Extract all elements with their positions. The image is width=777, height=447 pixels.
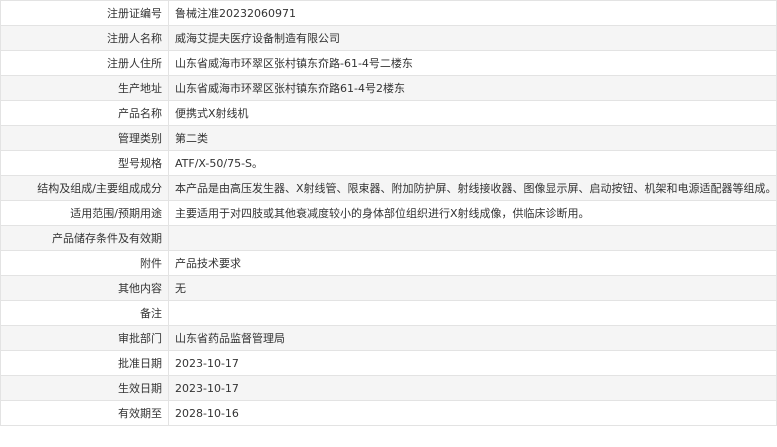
row-label: 生产地址: [0, 75, 169, 101]
row-value: 山东省药品监督管理局: [168, 325, 777, 351]
row-value: 山东省威海市环翠区张村镇东夼路61-4号2楼东: [168, 75, 777, 101]
row-label: 备注: [0, 300, 169, 326]
table-row: 注册证编号 鲁械注准20232060971: [0, 0, 777, 26]
row-label: 注册证编号: [0, 0, 169, 26]
row-label: 生效日期: [0, 375, 169, 401]
row-label: 产品名称: [0, 100, 169, 126]
table-row: 注册人住所 山东省威海市环翠区张村镇东夼路-61-4号二楼东: [0, 50, 777, 76]
row-value: 便携式X射线机: [168, 100, 777, 126]
row-label: 产品储存条件及有效期: [0, 225, 169, 251]
row-value: 2028-10-16: [168, 400, 777, 426]
row-label: 有效期至: [0, 400, 169, 426]
row-value: 2023-10-17: [168, 375, 777, 401]
table-row: 适用范围/预期用途 主要适用于对四肢或其他衰减度较小的身体部位组织进行X射线成像…: [0, 200, 777, 226]
table-row: 生效日期 2023-10-17: [0, 375, 777, 401]
table-row: 有效期至 2028-10-16: [0, 400, 777, 426]
row-value: 本产品是由高压发生器、X射线管、限束器、附加防护屏、射线接收器、图像显示屏、启动…: [168, 175, 777, 201]
row-label: 其他内容: [0, 275, 169, 301]
row-label: 结构及组成/主要组成成分: [0, 175, 169, 201]
row-label: 注册人名称: [0, 25, 169, 51]
table-row: 批准日期 2023-10-17: [0, 350, 777, 376]
row-label: 型号规格: [0, 150, 169, 176]
table-row: 备注: [0, 300, 777, 326]
table-row: 产品储存条件及有效期: [0, 225, 777, 251]
table-row: 注册人名称 威海艾提夫医疗设备制造有限公司: [0, 25, 777, 51]
row-label: 批准日期: [0, 350, 169, 376]
table-row: 结构及组成/主要组成成分 本产品是由高压发生器、X射线管、限束器、附加防护屏、射…: [0, 175, 777, 201]
row-label: 附件: [0, 250, 169, 276]
row-label: 适用范围/预期用途: [0, 200, 169, 226]
row-value: 山东省威海市环翠区张村镇东夼路-61-4号二楼东: [168, 50, 777, 76]
table-row: 生产地址 山东省威海市环翠区张村镇东夼路61-4号2楼东: [0, 75, 777, 101]
table-row: 审批部门 山东省药品监督管理局: [0, 325, 777, 351]
row-value: 无: [168, 275, 777, 301]
row-value: 产品技术要求: [168, 250, 777, 276]
row-label: 审批部门: [0, 325, 169, 351]
table-row: 附件 产品技术要求: [0, 250, 777, 276]
row-value: 主要适用于对四肢或其他衰减度较小的身体部位组织进行X射线成像，供临床诊断用。: [168, 200, 777, 226]
table-row: 管理类别 第二类: [0, 125, 777, 151]
table-row: 型号规格 ATF/X-50/75-S。: [0, 150, 777, 176]
row-value: 鲁械注准20232060971: [168, 0, 777, 26]
row-value: ATF/X-50/75-S。: [168, 150, 777, 176]
row-value: [168, 300, 777, 326]
row-value: 2023-10-17: [168, 350, 777, 376]
row-value: [168, 225, 777, 251]
row-value: 第二类: [168, 125, 777, 151]
row-value: 威海艾提夫医疗设备制造有限公司: [168, 25, 777, 51]
row-label: 注册人住所: [0, 50, 169, 76]
registration-detail-table: 注册证编号 鲁械注准20232060971 注册人名称 威海艾提夫医疗设备制造有…: [0, 0, 777, 426]
table-row: 其他内容 无: [0, 275, 777, 301]
table-row: 产品名称 便携式X射线机: [0, 100, 777, 126]
row-label: 管理类别: [0, 125, 169, 151]
